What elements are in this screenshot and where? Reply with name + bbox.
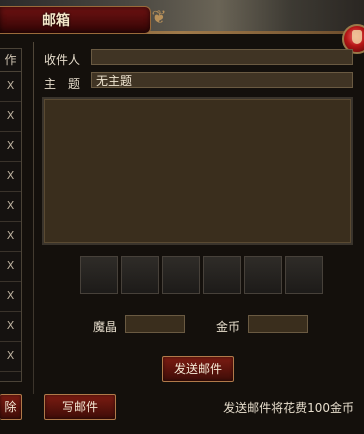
- crystal-input[interactable]: [125, 315, 185, 333]
- mail-list-header: 作: [0, 49, 21, 72]
- write-mail-button[interactable]: 写邮件: [44, 394, 116, 420]
- subject-label: 主 题: [44, 77, 81, 91]
- title-plate: [0, 6, 151, 34]
- mail-list-row[interactable]: X: [0, 161, 21, 192]
- mail-list-row[interactable]: X: [0, 221, 21, 252]
- mail-list-row[interactable]: X: [0, 101, 21, 132]
- send-mail-button[interactable]: 发送邮件: [162, 356, 234, 382]
- attachment-slot[interactable]: [203, 256, 241, 294]
- window-title: 邮箱: [42, 13, 70, 29]
- crystal-label: 魔晶: [93, 320, 118, 334]
- attachment-slot[interactable]: [285, 256, 323, 294]
- panel-divider: [33, 42, 34, 394]
- mail-list-row[interactable]: X: [0, 131, 21, 162]
- subject-input[interactable]: 无主题: [91, 72, 353, 88]
- attachment-slot[interactable]: [80, 256, 118, 294]
- attachment-slot[interactable]: [162, 256, 200, 294]
- mail-list-row[interactable]: X: [0, 71, 21, 102]
- mail-list-row[interactable]: X: [0, 191, 21, 222]
- close-icon: [352, 30, 362, 44]
- gold-label: 金币: [216, 320, 241, 334]
- mail-list-panel: 作 X X X X X X X X X X: [0, 48, 22, 382]
- mail-body-textarea[interactable]: [42, 97, 353, 245]
- mail-list-row[interactable]: X: [0, 281, 21, 312]
- mail-list-row[interactable]: X: [0, 341, 21, 372]
- ornament-icon: ❦: [151, 7, 167, 28]
- attachment-slot[interactable]: [121, 256, 159, 294]
- attachment-slot[interactable]: [244, 256, 282, 294]
- recipient-input[interactable]: [91, 49, 353, 65]
- mail-list-row[interactable]: X: [0, 251, 21, 282]
- mail-list-row[interactable]: X: [0, 311, 21, 342]
- gold-input[interactable]: [248, 315, 308, 333]
- cost-note: 发送邮件将花费100金币: [223, 401, 354, 415]
- recipient-label: 收件人: [44, 53, 81, 67]
- delete-button[interactable]: 除: [0, 394, 22, 420]
